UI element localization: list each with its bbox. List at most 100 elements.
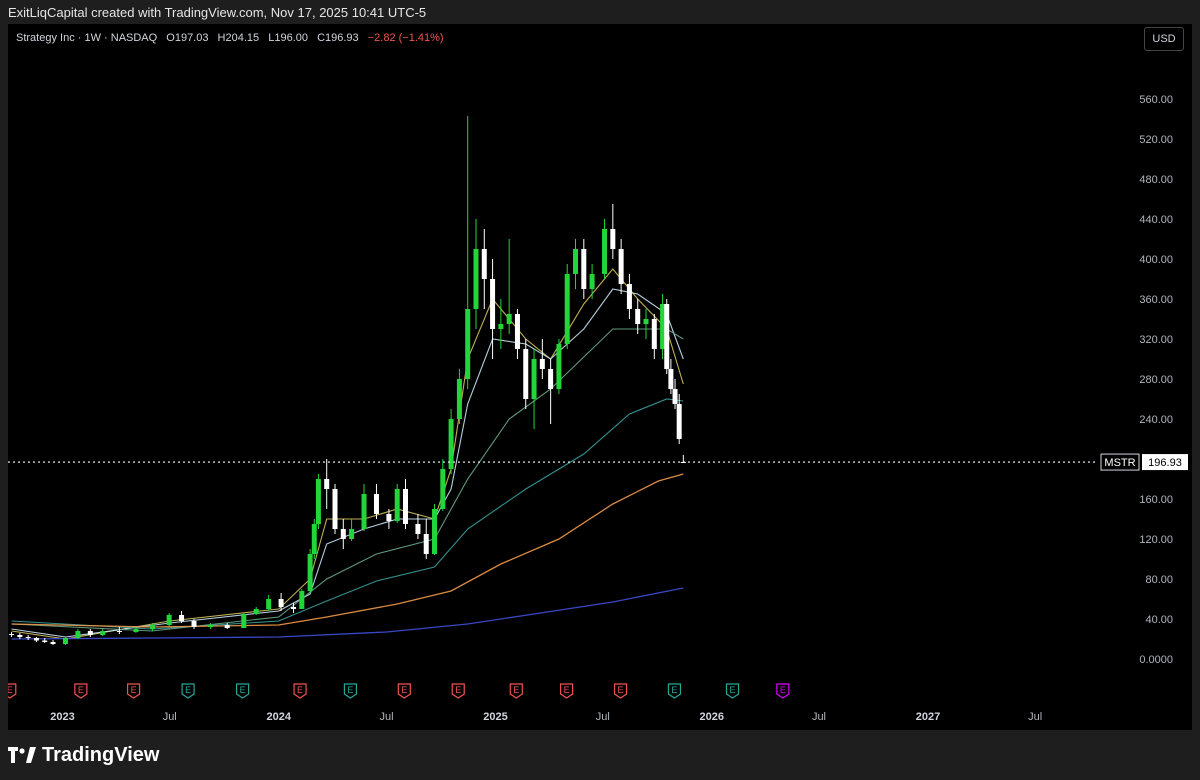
candle-body	[456, 379, 462, 419]
x-tick-label: Jul	[812, 711, 826, 723]
candle-body	[556, 344, 562, 389]
candle-body	[315, 479, 321, 524]
y-tick-label: 280.00	[1139, 374, 1173, 386]
earnings-marker-label: E	[78, 685, 84, 695]
candle-body	[179, 615, 185, 621]
candle-body	[17, 635, 23, 637]
candle-body	[506, 314, 512, 324]
footer-branding: TradingView	[8, 740, 159, 770]
candle-body	[361, 494, 367, 529]
candle-body	[635, 309, 641, 324]
earnings-marker-label: E	[131, 685, 137, 695]
candle-body	[465, 309, 471, 379]
candle-body	[166, 615, 172, 625]
price-tag: MSTR 196.93	[1100, 453, 1188, 471]
earnings-marker-label: E	[347, 685, 353, 695]
ma-line-ma_mid	[11, 328, 684, 632]
x-tick-label: Jul	[1028, 711, 1042, 723]
candle-body	[150, 625, 156, 629]
candle-body	[402, 489, 408, 524]
candle-body	[291, 607, 297, 609]
y-tick-label: 40.00	[1145, 614, 1173, 626]
y-tick-label: 0.0000	[1139, 654, 1173, 666]
candle-body	[573, 249, 579, 274]
candle-body	[307, 554, 313, 591]
candle-body	[62, 638, 68, 644]
candle-body	[373, 494, 379, 514]
ma-line-ma_teal	[11, 398, 684, 630]
candle-body	[651, 319, 657, 349]
candle-body	[332, 489, 338, 529]
candle-body	[324, 479, 330, 489]
earnings-marker-label: E	[401, 685, 407, 695]
candle-body	[523, 349, 529, 399]
y-tick-label: 80.00	[1145, 574, 1173, 586]
candle-body	[672, 389, 678, 404]
candle-body	[440, 469, 446, 509]
candle-body	[224, 625, 230, 628]
candle-body	[278, 599, 284, 607]
candle-body	[25, 637, 31, 638]
candle-body	[42, 640, 48, 642]
candle-body	[676, 404, 682, 439]
earnings-marker-label: E	[8, 685, 13, 695]
y-tick-label: 120.00	[1139, 534, 1173, 546]
candle-body	[208, 625, 214, 627]
candle-body	[100, 631, 106, 635]
candle-body	[415, 524, 421, 534]
candle-body	[191, 621, 197, 627]
candle-body	[539, 359, 545, 369]
candle-body	[618, 249, 624, 284]
brand-name: TradingView	[42, 743, 160, 766]
candle-body	[253, 609, 259, 614]
candle-body	[386, 514, 392, 521]
x-tick-label: Jul	[596, 711, 610, 723]
x-tick-label: 2023	[50, 711, 74, 723]
candle-body	[564, 274, 570, 344]
candle-body	[432, 509, 438, 554]
earnings-marker-label: E	[185, 685, 191, 695]
earnings-marker-label: E	[618, 685, 624, 695]
candle-body	[643, 319, 649, 324]
x-tick-label: Jul	[380, 711, 394, 723]
y-tick-label: 320.00	[1139, 334, 1173, 346]
earnings-marker-label: E	[455, 685, 461, 695]
candle-body	[498, 324, 504, 329]
candle-body	[349, 529, 355, 539]
candle-body	[241, 614, 247, 628]
y-tick-label: 480.00	[1139, 174, 1173, 186]
candle-body	[581, 249, 587, 289]
earnings-marker-label: E	[513, 685, 519, 695]
chart-frame[interactable]: Strategy Inc · 1W · NASDAQ O197.03 H204.…	[8, 24, 1192, 730]
earnings-marker-label: E	[240, 685, 246, 695]
y-tick-label: 360.00	[1139, 294, 1173, 306]
candle-body	[548, 369, 554, 389]
price-tag-value: 196.93	[1148, 457, 1182, 469]
candle-body	[668, 369, 674, 389]
candle-body	[490, 279, 496, 329]
x-tick-label: Jul	[163, 711, 177, 723]
candle-body	[87, 631, 93, 635]
candle-body	[602, 229, 608, 274]
price-chart[interactable]: 0.0000 40.00 80.00 120.00 160.00 240.00 280.00…	[8, 24, 1192, 730]
candle-body	[514, 314, 520, 349]
ma-line-ma_fast	[11, 268, 684, 640]
candle-body	[266, 599, 272, 609]
earnings-marker-label: E	[729, 685, 735, 695]
candle-body	[50, 642, 56, 644]
y-tick-label: 560.00	[1139, 94, 1173, 106]
y-tick-label: 400.00	[1139, 254, 1173, 266]
earnings-marker-label: E	[671, 685, 677, 695]
earnings-marker-label: E	[564, 685, 570, 695]
y-tick-label: 520.00	[1139, 134, 1173, 146]
candle-body	[394, 489, 400, 521]
candle-body	[33, 638, 39, 641]
candle-body	[299, 591, 305, 609]
candle-body	[610, 229, 616, 249]
attribution-header: ExitLiqCapital created with TradingView.…	[8, 5, 427, 20]
ma-line-ma_fast2	[11, 288, 684, 638]
x-tick-label: 2024	[266, 711, 291, 723]
candle-body	[9, 634, 15, 635]
tradingview-logo-icon	[8, 745, 36, 765]
x-tick-label: 2027	[916, 711, 940, 723]
